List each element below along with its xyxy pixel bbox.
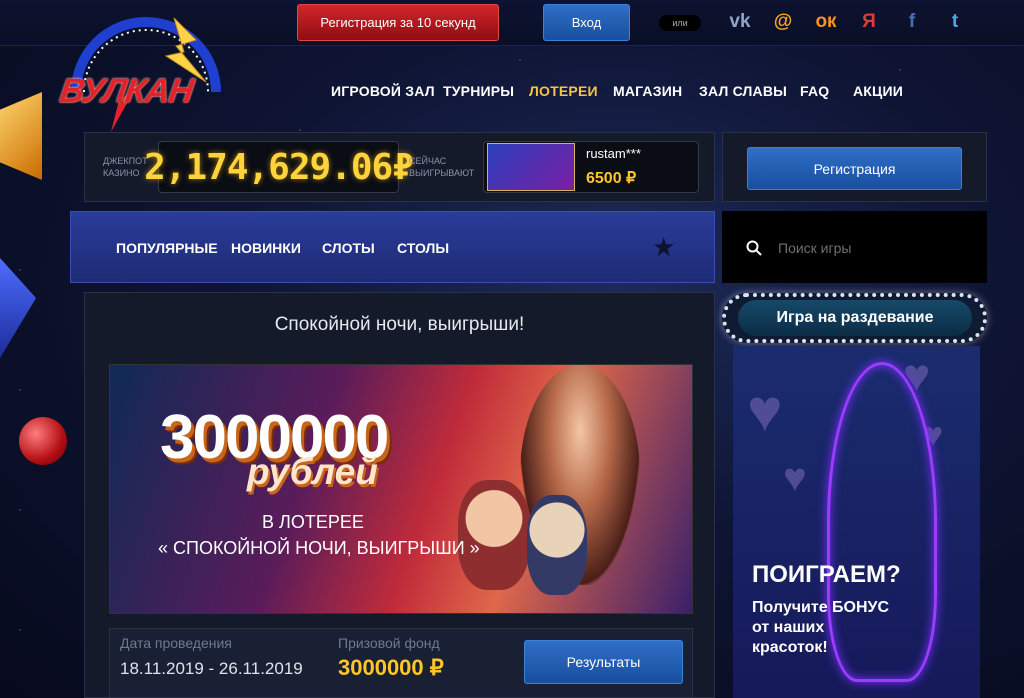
login-button[interactable]: Вход [543, 4, 630, 41]
mail-icon[interactable]: @ [769, 10, 797, 34]
favorites-star-icon[interactable]: ★ [652, 232, 675, 263]
banner-line2: « СПОКОЙНОЙ НОЧИ, ВЫИГРЫШИ » [158, 538, 480, 558]
logo-arc-icon [71, 17, 221, 132]
banner-currency: рублей [247, 451, 378, 492]
promo-text-line1: Получите БОНУС [752, 599, 890, 616]
winner-label-line1: СЕЙЧАС [409, 156, 447, 166]
twitter-icon[interactable]: t [941, 10, 969, 34]
register-side-button[interactable]: Регистрация [747, 147, 962, 190]
odnoklassniki-icon[interactable]: ок [812, 10, 840, 34]
banner-pig-toy-image [458, 480, 530, 590]
category-tab[interactable]: НОВИНКИ [231, 240, 301, 256]
promo-text-line2: от наших [752, 619, 825, 636]
logo-text: ВУЛКАН [57, 72, 196, 110]
banner-bunny-toy-image [527, 495, 587, 595]
or-badge: или [659, 15, 701, 31]
winner-label: СЕЙЧАС ВЫИГРЫВАЮТ [409, 155, 479, 179]
yandex-icon[interactable]: Я [855, 10, 883, 34]
winner-game-thumbnail[interactable] [487, 143, 575, 191]
results-button[interactable]: Результаты [524, 640, 683, 684]
search-icon[interactable] [746, 240, 762, 260]
banner-line1: В ЛОТЕРЕЕ [262, 512, 364, 532]
category-tab[interactable]: СТОЛЫ [397, 240, 449, 256]
promo-header[interactable]: Игра на раздевание [738, 300, 972, 336]
nav-item[interactable]: ЗАЛ СЛАВЫ [699, 83, 787, 101]
search-input[interactable] [778, 234, 968, 262]
register-top-button[interactable]: Регистрация за 10 секунд [297, 4, 499, 41]
nav-item[interactable]: ЛОТЕРЕИ [529, 83, 598, 101]
nav-item[interactable]: МАГАЗИН [613, 83, 682, 101]
nav-item[interactable]: ТУРНИРЫ [443, 83, 514, 101]
fund-label: Призовой фонд [338, 635, 440, 651]
lottery-title: Спокойной ночи, выигрыши! [274, 314, 525, 335]
promo-title: ПОИГРАЕМ? [752, 561, 901, 588]
date-label: Дата проведения [120, 635, 232, 651]
winner-amount: 6500 ₽ [586, 170, 637, 187]
fund-value: 3000000 ₽ [338, 655, 444, 680]
promo-text: Получите БОНУС от наших красоток! [752, 598, 922, 658]
winner-username: rustam*** [586, 146, 641, 161]
heart-icon: ♥ [747, 377, 783, 444]
category-tab[interactable]: ПОПУЛЯРНЫЕ [116, 240, 218, 256]
floating-ball [19, 417, 67, 465]
nav-item[interactable]: FAQ [800, 83, 829, 101]
nav-item[interactable]: АКЦИИ [853, 83, 903, 101]
winner-label-line2: ВЫИГРЫВАЮТ [409, 168, 475, 178]
nav-item[interactable]: ИГРОВОЙ ЗАЛ [331, 83, 435, 101]
date-value: 18.11.2019 - 26.11.2019 [120, 659, 303, 678]
promo-text-line3: красоток! [752, 639, 828, 656]
jackpot-value: 2,174,629.06₽ [144, 141, 414, 193]
logo[interactable] [56, 0, 241, 135]
facebook-icon[interactable]: f [898, 10, 926, 34]
category-tab[interactable]: СЛОТЫ [322, 240, 375, 256]
vk-icon[interactable]: vk [726, 10, 754, 34]
heart-icon: ♥ [783, 456, 807, 500]
